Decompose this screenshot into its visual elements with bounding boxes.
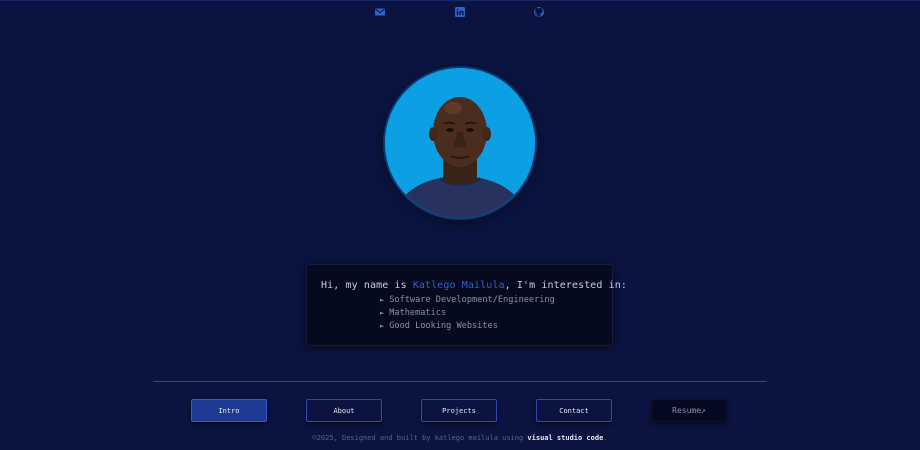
interest-label: Good Looking Websites <box>389 321 498 331</box>
triangle-bullet-icon: ► <box>380 296 385 304</box>
linkedin-icon[interactable] <box>454 3 466 17</box>
footer-tool: visual studio code <box>527 434 604 442</box>
bottom-nav: Intro About Projects Contact Resume↗ <box>0 399 920 423</box>
github-icon[interactable] <box>533 3 545 17</box>
projects-button[interactable]: Projects <box>421 399 497 422</box>
social-links <box>0 3 920 17</box>
triangle-bullet-icon: ► <box>380 309 385 317</box>
list-item: ► Good Looking Websites <box>380 320 555 333</box>
about-button[interactable]: About <box>306 399 382 422</box>
greeting-prefix: Hi, my name is <box>321 280 413 291</box>
list-item: ► Mathematics <box>380 307 555 320</box>
greeting-suffix: , I'm interested in: <box>504 280 628 291</box>
top-border <box>0 0 920 1</box>
resume-button[interactable]: Resume↗ <box>651 399 727 422</box>
section-divider <box>153 381 767 382</box>
mail-icon[interactable] <box>374 3 386 16</box>
profile-photo <box>385 68 535 218</box>
profile-avatar <box>385 68 535 218</box>
owner-name: Katlego Mailula <box>412 280 505 291</box>
triangle-bullet-icon: ► <box>380 322 385 330</box>
intro-greeting: Hi, my name is Katlego Mailula, I'm inte… <box>321 280 627 291</box>
footer: ©2025, Designed and built by katlego mai… <box>0 434 920 442</box>
list-item: ► Software Development/Engineering <box>380 294 555 307</box>
intro-button[interactable]: Intro <box>191 399 267 422</box>
contact-button[interactable]: Contact <box>536 399 612 422</box>
interests-list: ► Software Development/Engineering ► Mathe… <box>380 294 555 333</box>
intro-card: Hi, my name is Katlego Mailula, I'm inte… <box>306 264 627 346</box>
interest-label: Software Development/Engineering <box>389 295 555 305</box>
interest-label: Mathematics <box>389 308 447 318</box>
footer-prefix: ©2025, Designed and built by katlego mai… <box>312 434 528 442</box>
footer-suffix: . <box>603 434 608 442</box>
